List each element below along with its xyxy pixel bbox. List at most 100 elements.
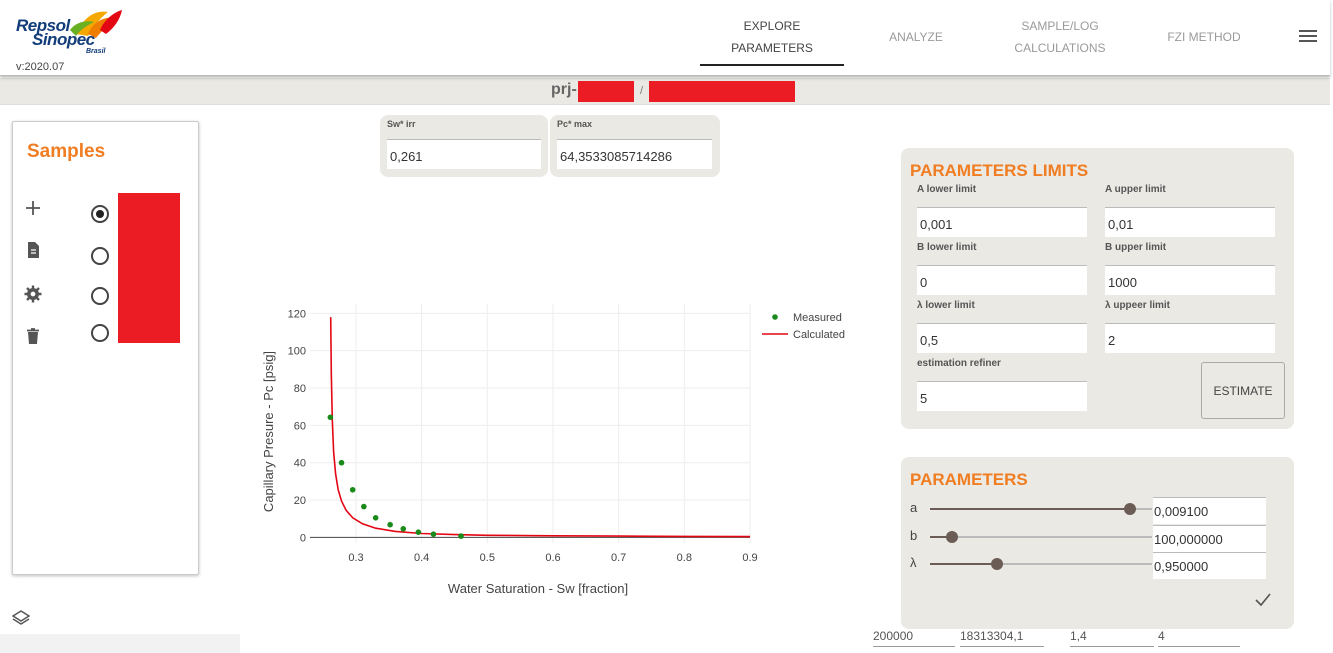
swirr-input[interactable]: 0,261 <box>387 139 541 169</box>
redacted-sample-names <box>118 193 180 343</box>
measured-point <box>372 514 379 521</box>
samples-panel: Samples <box>12 121 199 575</box>
y-tick-label: 80 <box>294 383 306 395</box>
slider-thumb[interactable] <box>990 558 1003 570</box>
logo-text-brasil: Brasil <box>86 48 106 55</box>
top-app-bar: Repsol Sinopec Brasil v:2020.07 EXPLORE … <box>0 0 1330 76</box>
param-b-value[interactable]: 100,000000 <box>1153 525 1266 552</box>
y-tick-label: 100 <box>288 346 306 358</box>
logo-text-sinopec: Sinopec <box>32 30 95 49</box>
measured-point <box>458 533 464 539</box>
table-cell[interactable]: 1,4 <box>1070 629 1154 647</box>
param-lambda-value[interactable]: 0,950000 <box>1153 552 1266 579</box>
measured-point <box>349 486 356 493</box>
tab-fzi-method[interactable]: FZI METHOD <box>1160 26 1248 48</box>
table-cell[interactable]: 18313304,1 <box>960 629 1044 647</box>
samples-title: Samples <box>27 141 106 162</box>
swirr-label: Sw* irr <box>387 119 416 129</box>
param-a-value[interactable]: 0,009100 <box>1153 497 1266 524</box>
param-a-label: a <box>910 500 918 515</box>
tab-label: ANALYZE <box>889 30 943 44</box>
estimate-button[interactable]: ESTIMATE <box>1201 362 1285 419</box>
gear-icon[interactable] <box>24 285 42 303</box>
table-cell[interactable]: 200000 <box>873 629 955 647</box>
company-logo: Repsol Sinopec Brasil <box>14 6 124 62</box>
tab-label-line1: EXPLORE <box>743 19 801 33</box>
tab-explore-parameters[interactable]: EXPLORE PARAMETERS <box>712 15 832 59</box>
measured-point <box>430 531 437 538</box>
redacted-project-name <box>649 81 795 102</box>
y-tick-label: 0 <box>300 532 306 544</box>
sample-radio-1[interactable] <box>91 205 109 223</box>
b-upper-input[interactable]: 1000 <box>1105 265 1275 295</box>
y-tick-label: 60 <box>294 420 306 432</box>
b-lower-label: B lower limit <box>917 242 977 253</box>
slider-thumb[interactable] <box>1123 503 1136 515</box>
calculated-series-line <box>329 317 751 538</box>
legend-measured-marker <box>772 314 778 320</box>
param-b-slider[interactable] <box>930 531 1152 543</box>
table-select[interactable]: 4 <box>1158 629 1240 647</box>
project-breadcrumb-bar: prj- / <box>0 78 1330 105</box>
app-version: v:2020.07 <box>16 61 65 73</box>
lambda-lower-input[interactable]: 0,5 <box>917 323 1087 353</box>
y-tick-label: 40 <box>294 458 306 470</box>
capillary-pressure-chart: 0.3 0.4 0.5 0.6 0.7 0.8 0.9 0 20 40 60 80 100 120 Wate… <box>261 304 845 596</box>
a-upper-input[interactable]: 0,01 <box>1105 207 1275 237</box>
param-lambda-label: λ <box>910 555 917 570</box>
tab-analyze[interactable]: ANALYZE <box>876 26 956 48</box>
measured-point <box>361 503 367 510</box>
lambda-lower-label: λ lower limit <box>917 300 975 311</box>
parameters-title: PARAMETERS <box>910 470 1028 489</box>
x-tick-label: 0.5 <box>480 552 495 564</box>
tab-label-line1: SAMPLE/LOG <box>1021 19 1099 33</box>
measured-point <box>338 459 345 466</box>
redacted-project-id <box>578 81 634 102</box>
sample-radio-3[interactable] <box>91 287 109 305</box>
lambda-upper-label: λ uppeer limit <box>1105 300 1171 311</box>
slider-fill <box>930 563 997 565</box>
lambda-upper-input[interactable]: 2 <box>1105 323 1275 353</box>
param-b-label: b <box>910 528 918 543</box>
pcmax-input[interactable]: 64,3533085714286 <box>557 139 712 169</box>
sample-radio-4[interactable] <box>91 324 109 342</box>
bottom-left-area <box>0 634 240 653</box>
active-tab-indicator <box>700 64 844 66</box>
measured-point <box>415 529 422 535</box>
a-lower-input[interactable]: 0,001 <box>917 207 1087 237</box>
measured-point <box>400 526 407 532</box>
add-icon[interactable] <box>24 199 42 217</box>
layers-icon[interactable] <box>12 609 30 627</box>
x-tick-label: 0.3 <box>348 552 363 564</box>
sample-radio-2[interactable] <box>91 247 109 265</box>
confirm-check-icon[interactable] <box>1255 593 1271 607</box>
x-tick-label: 0.7 <box>611 552 626 564</box>
legend-measured-label: Measured <box>793 312 842 324</box>
tab-label-line2: PARAMETERS <box>731 41 813 55</box>
project-prefix: prj- <box>551 81 577 98</box>
tab-label: FZI METHOD <box>1167 30 1241 44</box>
param-lambda-slider[interactable] <box>930 558 1152 570</box>
param-a-slider[interactable] <box>930 503 1152 515</box>
y-tick-label: 20 <box>294 495 306 507</box>
y-axis-title: Capillary Presure - Pc [psig] <box>261 351 276 512</box>
legend-calculated-label: Calculated <box>793 329 845 341</box>
x-tick-label: 0.8 <box>677 552 692 564</box>
trash-icon[interactable] <box>24 327 42 345</box>
pcmax-label: Pc* max <box>557 119 593 129</box>
estimation-refiner-input[interactable]: 5 <box>917 381 1087 411</box>
x-tick-label: 0.6 <box>545 552 560 564</box>
estimation-refiner-label: estimation refiner <box>917 358 1001 369</box>
a-lower-label: A lower limit <box>917 184 977 195</box>
tab-label-line2: CALCULATIONS <box>1014 41 1106 55</box>
b-upper-label: B upper limit <box>1105 242 1167 253</box>
measured-point <box>327 414 334 421</box>
b-lower-input[interactable]: 0 <box>917 265 1087 295</box>
hamburger-menu-icon[interactable] <box>1299 30 1317 44</box>
parameters-limits-title: PARAMETERS LIMITS <box>910 161 1089 180</box>
pcmax-field-group: Pc* max 64,3533085714286 <box>550 115 720 177</box>
breadcrumb-separator: / <box>640 85 644 97</box>
y-tick-label: 120 <box>288 308 306 320</box>
document-icon[interactable] <box>24 241 42 259</box>
tab-sample-log-calculations[interactable]: SAMPLE/LOG CALCULATIONS <box>1005 15 1115 59</box>
